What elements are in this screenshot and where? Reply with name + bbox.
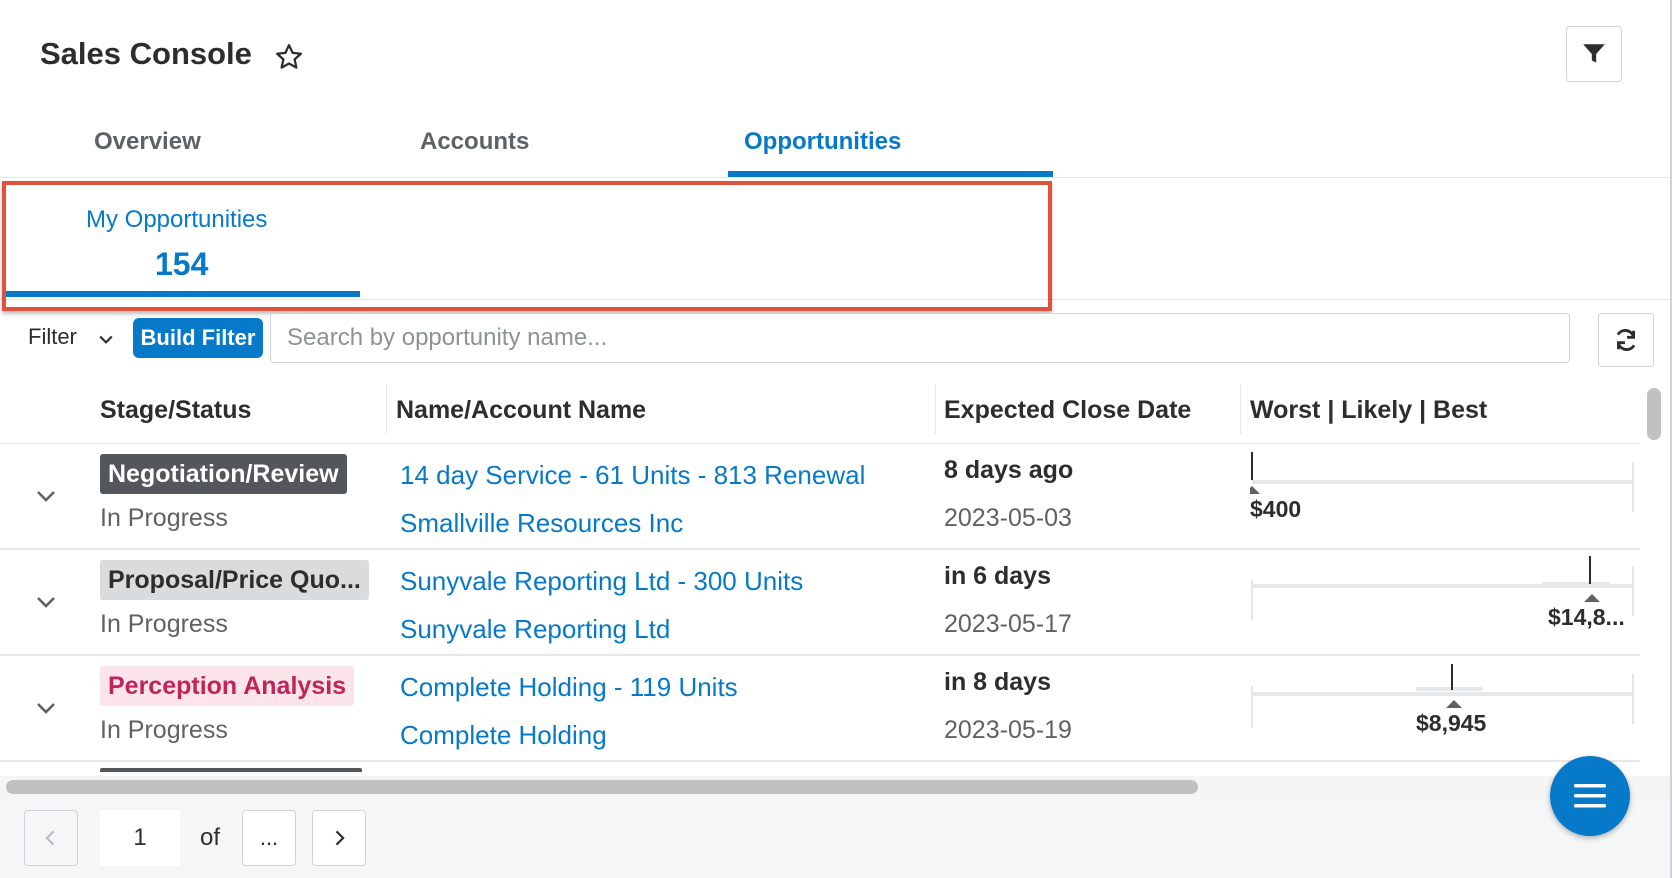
build-filter-button[interactable]: Build Filter xyxy=(133,318,263,358)
search-input[interactable] xyxy=(270,313,1570,363)
page-number-input[interactable] xyxy=(100,810,180,866)
prev-page-button[interactable] xyxy=(24,810,78,866)
status-text: In Progress xyxy=(100,610,228,638)
status-text: In Progress xyxy=(100,716,228,744)
column-divider[interactable] xyxy=(935,384,936,434)
filter-dropdown-label[interactable]: Filter xyxy=(28,324,77,350)
tab-accounts[interactable]: Accounts xyxy=(420,128,529,156)
stage-badge: Proposal/Price Quo... xyxy=(100,560,369,600)
account-name-link[interactable]: Complete Holding xyxy=(400,720,607,751)
next-page-button[interactable] xyxy=(312,810,366,866)
horizontal-scrollbar[interactable] xyxy=(6,780,1198,794)
sales-console-app: Sales Console Overview Accounts Opportun… xyxy=(0,0,1672,878)
opportunity-name-link[interactable]: 14 day Service - 61 Units - 813 Renewal xyxy=(400,460,865,491)
forecast-range-bar: $14,8... xyxy=(1250,550,1635,654)
table-row[interactable]: Perception Analysis In Progress Complete… xyxy=(0,656,1640,762)
column-header-stage-status[interactable]: Stage/Status xyxy=(100,396,251,425)
column-header-name-account[interactable]: Name/Account Name xyxy=(396,396,646,425)
table-row-partial xyxy=(100,768,362,772)
relative-close-date: in 6 days xyxy=(944,562,1051,590)
table-row[interactable]: Negotiation/Review In Progress 14 day Se… xyxy=(0,444,1640,550)
column-header-close-date[interactable]: Expected Close Date xyxy=(944,396,1191,425)
filter-button[interactable] xyxy=(1566,26,1622,82)
refresh-icon xyxy=(1616,329,1636,351)
status-text: In Progress xyxy=(100,504,228,532)
close-date: 2023-05-19 xyxy=(944,716,1072,744)
vertical-scrollbar[interactable] xyxy=(1647,388,1661,440)
chevron-left-icon xyxy=(45,830,55,846)
page-title: Sales Console xyxy=(40,36,252,71)
opportunity-name-link[interactable]: Sunyvale Reporting Ltd - 300 Units xyxy=(400,566,803,597)
tab-overview[interactable]: Overview xyxy=(94,128,201,156)
hamburger-menu-icon xyxy=(1574,784,1606,808)
opportunity-name-link[interactable]: Complete Holding - 119 Units xyxy=(400,672,738,703)
account-name-link[interactable]: Smallville Resources Inc xyxy=(400,508,683,539)
column-header-worst-likely-best[interactable]: Worst | Likely | Best xyxy=(1250,396,1487,425)
favorite-star-icon[interactable] xyxy=(274,42,304,72)
stage-badge: Perception Analysis xyxy=(100,666,355,706)
total-pages-button[interactable]: ... xyxy=(242,810,296,866)
active-tab-indicator xyxy=(728,171,1053,177)
highlight-annotation xyxy=(2,181,1052,311)
menu-fab-button[interactable] xyxy=(1550,756,1630,836)
table-header: Stage/Status Name/Account Name Expected … xyxy=(0,384,1640,444)
chevron-right-icon xyxy=(335,830,345,846)
table-row[interactable]: Proposal/Price Quo... In Progress Sunyva… xyxy=(0,550,1640,656)
forecast-range-bar: $400 xyxy=(1250,444,1635,548)
likely-amount: $400 xyxy=(1250,496,1302,522)
pagination: of ... xyxy=(0,800,1670,878)
stage-badge: Negotiation/Review xyxy=(100,454,347,494)
refresh-button[interactable] xyxy=(1598,313,1654,367)
close-date: 2023-05-03 xyxy=(944,504,1072,532)
close-date: 2023-05-17 xyxy=(944,610,1072,638)
likely-amount: $8,945 xyxy=(1416,710,1487,736)
relative-close-date: 8 days ago xyxy=(944,456,1074,484)
chevron-down-icon[interactable] xyxy=(96,329,116,349)
forecast-range-bar: $8,945 xyxy=(1250,656,1635,760)
relative-close-date: in 8 days xyxy=(944,668,1051,696)
likely-amount: $14,8... xyxy=(1548,604,1625,630)
account-name-link[interactable]: Sunyvale Reporting Ltd xyxy=(400,614,670,645)
console-tabs: Overview Accounts Opportunities xyxy=(0,118,1670,178)
chevron-down-icon[interactable] xyxy=(34,590,58,614)
chevron-down-icon[interactable] xyxy=(34,696,58,720)
page-of-label: of xyxy=(200,824,221,851)
column-divider[interactable] xyxy=(1240,384,1241,434)
chevron-down-icon[interactable] xyxy=(34,484,58,508)
tab-opportunities[interactable]: Opportunities xyxy=(744,128,901,156)
column-divider[interactable] xyxy=(386,384,387,434)
funnel-icon xyxy=(1583,44,1605,63)
